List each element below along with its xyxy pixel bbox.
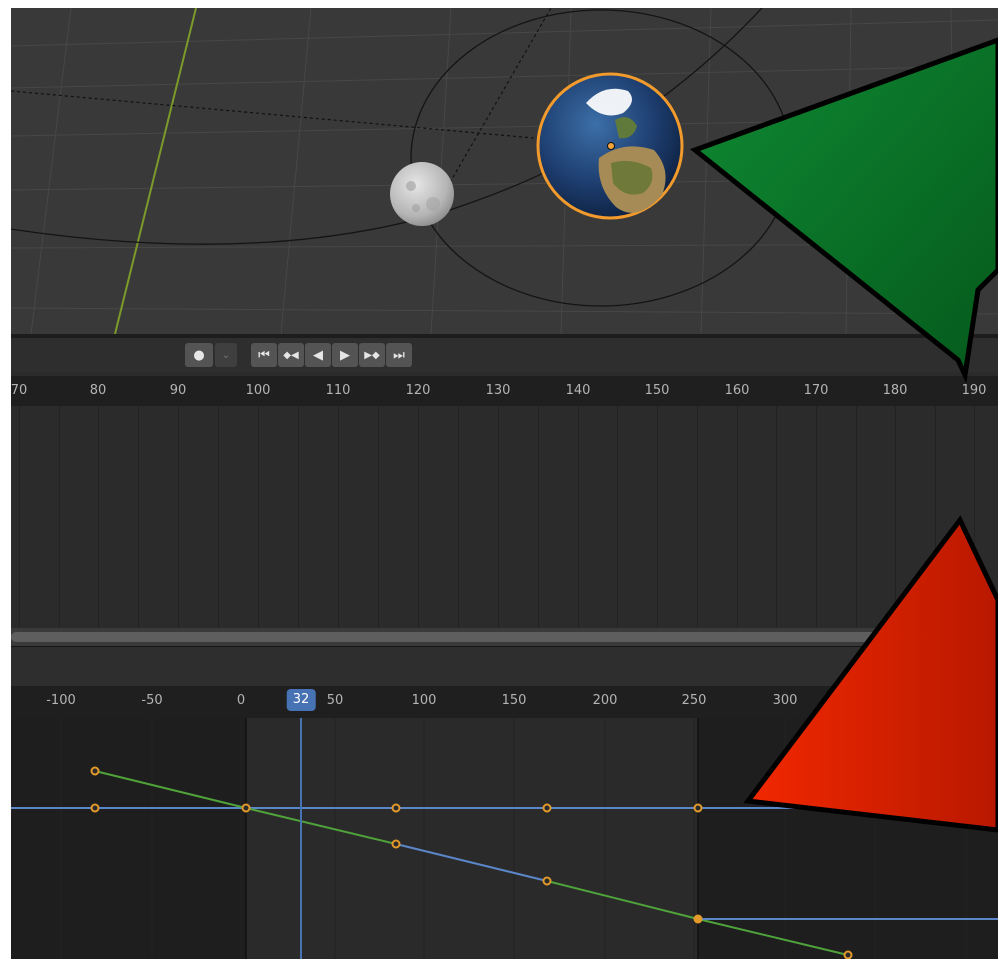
ruler-tick: 100 [245, 383, 271, 398]
play-reverse-icon: ◀ [313, 347, 323, 363]
next-keyframe-icon: ▶◆ [364, 349, 380, 361]
ruler-tick: 190 [961, 383, 987, 398]
timeline-header: ● ⌄ ⏮ ◆◀ ◀ ▶ ▶◆ ⏭ [11, 338, 998, 372]
scrollbar-thumb[interactable] [11, 632, 971, 642]
ruler-tick: 50 [326, 693, 344, 708]
ruler-tick: 160 [724, 383, 750, 398]
graph-editor-header [11, 646, 998, 687]
fcurve-canvas [11, 718, 998, 959]
timeline-area[interactable] [11, 406, 998, 628]
ruler-tick: 100 [411, 693, 437, 708]
ruler-tick: 140 [565, 383, 591, 398]
record-button[interactable]: ● [185, 343, 213, 367]
graph-editor-area[interactable] [11, 718, 998, 959]
ruler-tick: 200 [592, 693, 618, 708]
ruler-tick: 70 [11, 383, 28, 398]
blender-window: ● ⌄ ⏮ ◆◀ ◀ ▶ ▶◆ ⏭ 70 80 90 100 110 120 1… [11, 8, 998, 959]
timeline-scrollbar[interactable] [11, 628, 998, 646]
ruler-tick: 110 [325, 383, 351, 398]
ruler-tick: 90 [169, 383, 187, 398]
ruler-tick: 150 [501, 693, 527, 708]
ruler-tick: -50 [141, 693, 163, 708]
ruler-tick: 130 [485, 383, 511, 398]
ruler-tick: 0 [236, 693, 246, 708]
viewport-scene [11, 8, 998, 334]
play-button[interactable]: ▶ [332, 343, 358, 367]
jump-start-button[interactable]: ⏮ [251, 343, 277, 367]
3d-viewport[interactable] [11, 8, 998, 334]
timeline-ruler[interactable]: 70 80 90 100 110 120 130 140 150 160 170… [11, 376, 998, 406]
ruler-tick: 80 [89, 383, 107, 398]
ruler-tick: 170 [803, 383, 829, 398]
play-reverse-button[interactable]: ◀ [305, 343, 331, 367]
ruler-tick: 300 [772, 693, 798, 708]
earth-object [536, 72, 684, 220]
chevron-down-icon: ⌄ [221, 349, 231, 361]
ruler-tick: 250 [681, 693, 707, 708]
ruler-tick: 150 [644, 383, 670, 398]
next-keyframe-button[interactable]: ▶◆ [359, 343, 385, 367]
prev-keyframe-button[interactable]: ◆◀ [278, 343, 304, 367]
jump-end-icon: ⏭ [393, 347, 405, 363]
play-icon: ▶ [340, 347, 350, 363]
ruler-tick: -100 [46, 693, 76, 708]
prev-keyframe-icon: ◆◀ [283, 349, 299, 361]
jump-start-icon: ⏮ [258, 347, 270, 363]
graph-editor-ruler[interactable]: -100 -50 0 50 100 150 200 250 300 32 [11, 686, 998, 718]
y-axis-line [114, 8, 197, 334]
record-icon: ● [193, 347, 205, 363]
moon-object [390, 162, 454, 226]
current-frame-indicator[interactable]: 32 [286, 689, 316, 711]
scene-frame-range [246, 718, 698, 959]
ruler-tick: 180 [882, 383, 908, 398]
ruler-tick: 120 [405, 383, 431, 398]
jump-end-button[interactable]: ⏭ [386, 343, 412, 367]
record-options-dropdown[interactable]: ⌄ [215, 343, 237, 367]
